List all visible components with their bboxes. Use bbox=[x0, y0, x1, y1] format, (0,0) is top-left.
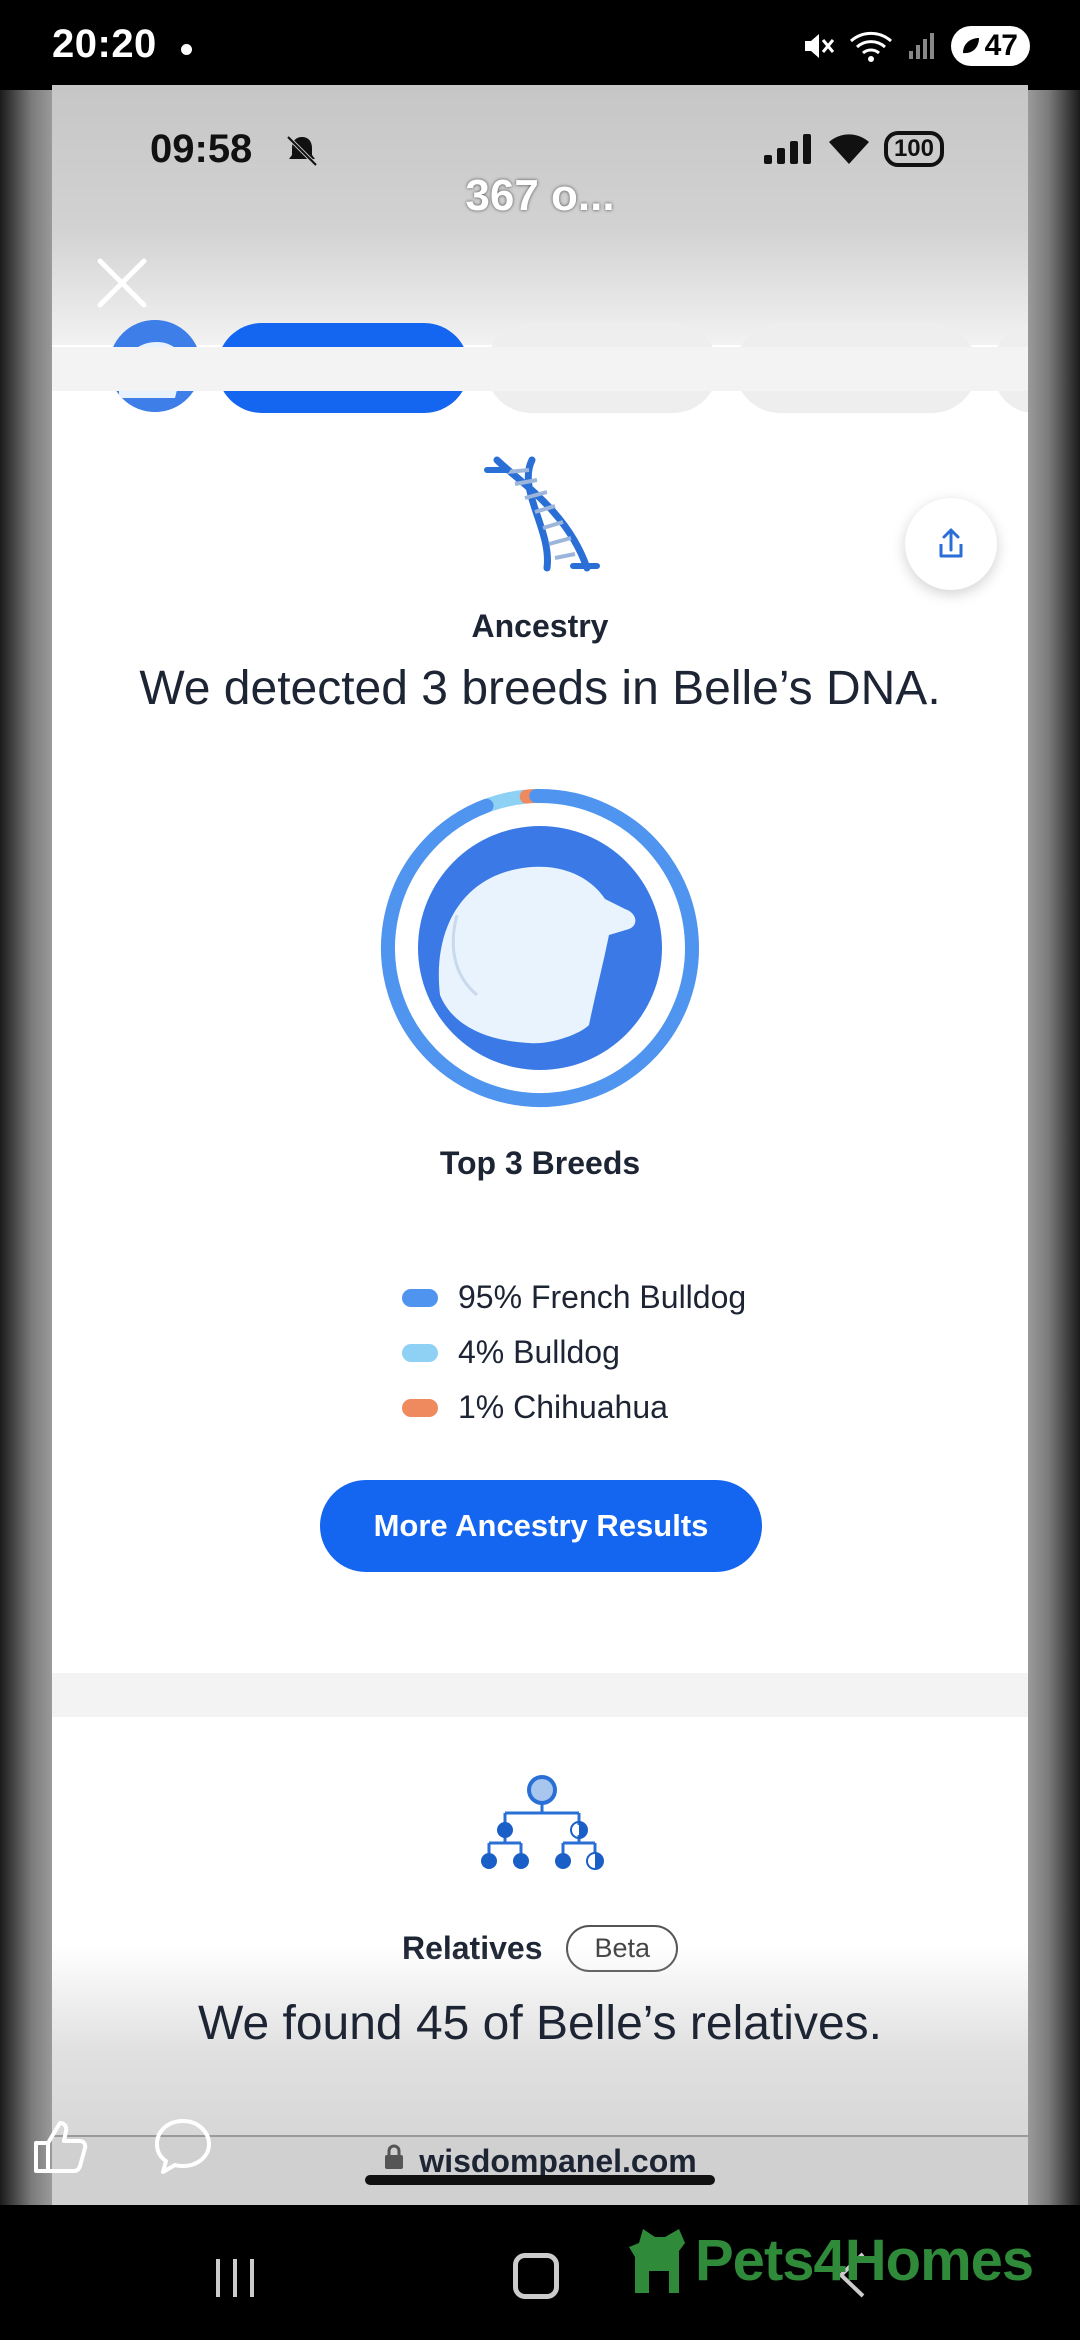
inner-status-icons: 100 bbox=[762, 131, 944, 167]
device-battery: 47 bbox=[950, 26, 1030, 66]
device-status-icons: 47 bbox=[801, 26, 1030, 66]
family-tree-icon bbox=[481, 1775, 604, 1870]
signal-icon bbox=[908, 33, 934, 59]
section-divider bbox=[52, 1673, 1028, 1717]
legend-label: 95% French Bulldog bbox=[458, 1279, 747, 1315]
device-status-bar: 20:20 47 bbox=[0, 0, 1080, 90]
breed-ring-chart bbox=[381, 789, 699, 1107]
legend-item: 1% Chihuahua bbox=[402, 1380, 746, 1435]
section-divider bbox=[52, 347, 1028, 391]
breed-legend: 95% French Bulldog 4% Bulldog 1% Chihuah… bbox=[402, 1270, 746, 1435]
cell-signal-icon bbox=[763, 134, 811, 164]
device-battery-level: 47 bbox=[984, 29, 1018, 62]
battery-saver-icon bbox=[962, 38, 979, 54]
legend-swatch bbox=[402, 1288, 438, 1307]
story-screenshot: 09:58 100 367 o... Highlights Ancestry R… bbox=[52, 85, 1028, 2205]
home-indicator bbox=[365, 2175, 715, 2185]
dog-logo-icon bbox=[629, 2229, 685, 2293]
relatives-headline: We found 45 of Belle’s relatives. bbox=[198, 1997, 882, 2050]
lock-icon bbox=[385, 2144, 404, 2169]
legend-item: 4% Bulldog bbox=[402, 1325, 746, 1380]
dna-icon bbox=[484, 456, 600, 572]
legend-label: 4% Bulldog bbox=[458, 1334, 620, 1370]
ancestry-headline: We detected 3 breeds in Belle’s DNA. bbox=[139, 662, 941, 715]
ancestry-section-label: Ancestry bbox=[471, 608, 609, 644]
watermark-logo: Pets4Homes bbox=[625, 2225, 1034, 2295]
share-button[interactable] bbox=[905, 498, 997, 590]
bell-muted-icon bbox=[286, 135, 318, 167]
blurred-frame-right bbox=[1028, 90, 1080, 2205]
home-icon[interactable] bbox=[513, 2253, 559, 2299]
more-ancestry-button[interactable]: More Ancestry Results bbox=[320, 1480, 762, 1572]
recent-apps-icon[interactable] bbox=[212, 2255, 258, 2301]
inner-clock: 09:58 bbox=[150, 127, 253, 171]
wifi-icon bbox=[849, 31, 892, 62]
close-icon[interactable] bbox=[92, 253, 152, 313]
share-icon bbox=[939, 528, 963, 558]
watermark-text: Pets4Homes bbox=[695, 2227, 1034, 2293]
ring-segment bbox=[482, 789, 531, 812]
legend-swatch bbox=[402, 1398, 438, 1417]
legend-swatch bbox=[402, 1343, 438, 1362]
notification-dot bbox=[181, 44, 192, 55]
inner-battery: 100 bbox=[883, 131, 944, 167]
comment-icon[interactable] bbox=[152, 2115, 214, 2177]
mute-icon bbox=[804, 34, 834, 58]
top-breeds-title: Top 3 Breeds bbox=[439, 1145, 641, 1181]
like-icon[interactable] bbox=[30, 2115, 92, 2177]
blurred-frame-left bbox=[0, 90, 52, 2205]
story-title: 367 o... bbox=[465, 171, 615, 220]
legend-label: 1% Chihuahua bbox=[458, 1389, 668, 1425]
wifi-icon bbox=[828, 134, 869, 164]
legend-item: 95% French Bulldog bbox=[402, 1270, 746, 1325]
device-clock: 20:20 bbox=[52, 22, 157, 66]
